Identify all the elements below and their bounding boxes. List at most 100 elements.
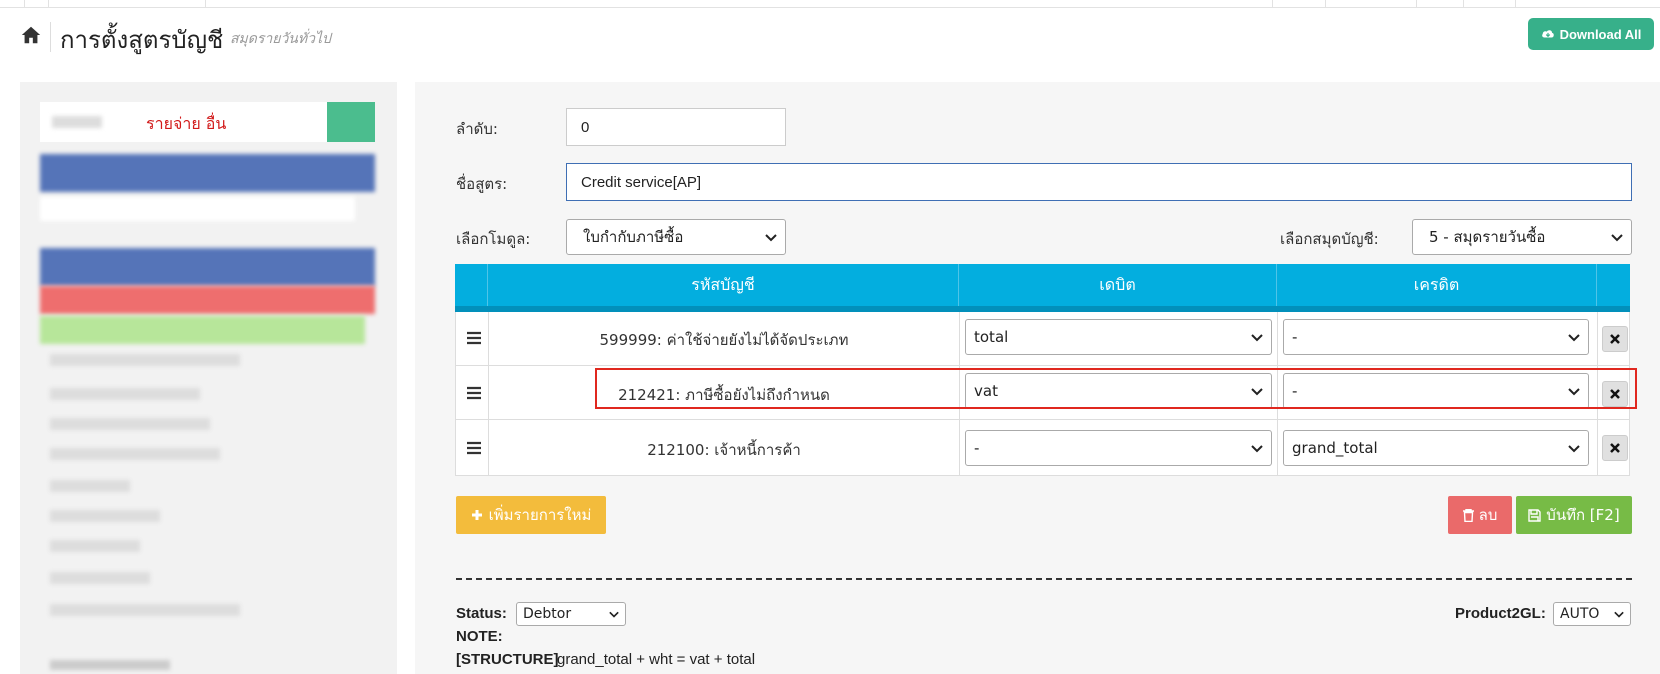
tab-separator (205, 0, 206, 8)
close-icon (1610, 334, 1620, 344)
journal-select-value: 5 - สมุดรายวันซื้อ (1429, 228, 1546, 246)
save-label: บันทึก [F2] (1546, 506, 1620, 524)
sidebar-blurred-row[interactable] (50, 448, 220, 460)
cloud-download-icon (1541, 30, 1554, 38)
product2gl-select[interactable]: AUTO (1553, 602, 1631, 626)
save-button[interactable]: บันทึก [F2] (1516, 496, 1632, 534)
product2gl-select-value: AUTO (1560, 606, 1600, 622)
chevron-down-icon (1251, 334, 1263, 342)
chevron-down-icon (1611, 234, 1623, 242)
account-cell: 599999: ค่าใช้จ่ายยังไม่ได้จัดประเภท (489, 312, 960, 365)
credit-select[interactable]: - (1283, 319, 1589, 355)
journal-label: เลือกสมุดบัญชี: (1280, 230, 1379, 248)
close-icon (1610, 443, 1620, 453)
table-header: รหัสบัญชี เดบิต เครดิต (455, 264, 1630, 312)
chevron-down-icon (1568, 334, 1580, 342)
drag-handle-icon[interactable] (467, 331, 481, 345)
sidebar-top-item[interactable]: รายจ่าย อื่น (40, 102, 365, 142)
trash-icon (1462, 508, 1474, 522)
sidebar-blurred-row[interactable] (40, 286, 375, 314)
sidebar-blurred-row[interactable] (50, 354, 240, 366)
tab-separator (1416, 0, 1417, 8)
action-cell (1598, 312, 1631, 365)
header-action-col (1597, 264, 1630, 306)
chevron-down-icon (1251, 445, 1263, 453)
sidebar-blurred-row[interactable] (40, 316, 365, 344)
chevron-down-icon (1614, 611, 1624, 618)
sidebar-blurred-row[interactable] (50, 388, 200, 400)
status-select-value: Debtor (523, 606, 572, 622)
header-account: รหัสบัญชี (488, 264, 959, 306)
tab-separator (1463, 0, 1464, 8)
download-all-button[interactable]: Download All (1528, 18, 1654, 50)
action-cell (1598, 420, 1631, 475)
highlight-box (595, 368, 1637, 409)
drag-handle-icon[interactable] (467, 441, 481, 455)
credit-select-value: grand_total (1292, 439, 1378, 457)
top-strip (0, 0, 1660, 8)
delete-label: ลบ (1478, 506, 1498, 524)
module-select-value: ใบกำกับภาษีซื้อ (583, 228, 684, 246)
journal-select[interactable]: 5 - สมุดรายวันซื้อ (1412, 219, 1632, 255)
drag-cell (456, 312, 489, 365)
debit-select-value: total (974, 328, 1009, 346)
tab-separator (1515, 0, 1516, 8)
formula-name-input[interactable]: Credit service[AP] (566, 163, 1632, 201)
account-text: 212100: เจ้าหนี้การค้า (647, 441, 801, 459)
sidebar-panel: รายจ่าย อื่น (20, 82, 397, 674)
add-item-button[interactable]: เพิ่มรายการใหม่ (456, 496, 606, 534)
account-text: 599999: ค่าใช้จ่ายยังไม่ได้จัดประเภท (599, 331, 849, 349)
debit-select[interactable]: - (965, 430, 1272, 466)
formula-name-label: ชื่อสูตร: (456, 175, 508, 193)
debit-select[interactable]: total (965, 319, 1272, 355)
sidebar-blurred-row[interactable] (50, 418, 210, 430)
note-label: NOTE: (456, 628, 503, 645)
remove-row-button[interactable] (1602, 326, 1628, 352)
account-cell: 212100: เจ้าหนี้การค้า (489, 420, 960, 475)
tab-separator (1325, 0, 1326, 8)
sidebar-blurred-row[interactable] (50, 540, 140, 552)
order-label: ลำดับ: (456, 120, 498, 138)
floppy-icon (1528, 508, 1541, 522)
header-debit: เดบิต (959, 264, 1277, 306)
status-label: Status: (456, 605, 507, 622)
delete-button[interactable]: ลบ (1448, 496, 1512, 534)
sidebar-color-badge (327, 102, 375, 142)
sidebar-top-label: รายจ่าย อื่น (146, 114, 227, 133)
sidebar-blurred-row[interactable] (50, 510, 160, 522)
table-row: 599999: ค่าใช้จ่ายยังไม่ได้จัดประเภท tot… (455, 312, 1630, 366)
remove-row-button[interactable] (1602, 435, 1628, 461)
sidebar-blurred-row (40, 197, 355, 221)
credit-cell: - (1278, 312, 1598, 365)
sidebar-blurred-row[interactable] (50, 572, 150, 584)
tab-separator (48, 0, 49, 8)
chevron-down-icon (1568, 445, 1580, 453)
table-row: 212100: เจ้าหนี้การค้า - grand_total (455, 420, 1630, 476)
sidebar-blurred-row[interactable] (50, 660, 170, 670)
order-input[interactable]: 0 (566, 108, 786, 146)
drag-cell (456, 366, 489, 419)
drag-cell (456, 420, 489, 475)
module-label: เลือกโมดูล: (456, 230, 531, 248)
page-subtitle: สมุดรายวันทั่วไป (230, 31, 331, 47)
debit-cell: total (960, 312, 1278, 365)
chevron-down-icon (765, 234, 777, 242)
debit-select-value: - (974, 439, 980, 457)
credit-cell: grand_total (1278, 420, 1598, 475)
credit-select[interactable]: grand_total (1283, 430, 1589, 466)
page-title: การตั้งสูตรบัญชี (60, 26, 224, 54)
drag-handle-icon[interactable] (467, 386, 481, 400)
credit-select-value: - (1292, 328, 1298, 346)
debit-cell: - (960, 420, 1278, 475)
header-drag-col (455, 264, 488, 306)
module-select[interactable]: ใบกำกับภาษีซื้อ (566, 219, 786, 255)
header-divider (50, 22, 51, 52)
tab-separator (1272, 0, 1273, 8)
home-icon[interactable] (20, 24, 42, 46)
status-select[interactable]: Debtor (516, 602, 626, 626)
header-credit: เครดิต (1277, 264, 1597, 306)
chevron-down-icon (609, 611, 619, 618)
sidebar-blurred-row[interactable] (50, 480, 130, 492)
blurred-text (52, 116, 102, 128)
sidebar-blurred-row[interactable] (50, 604, 240, 616)
